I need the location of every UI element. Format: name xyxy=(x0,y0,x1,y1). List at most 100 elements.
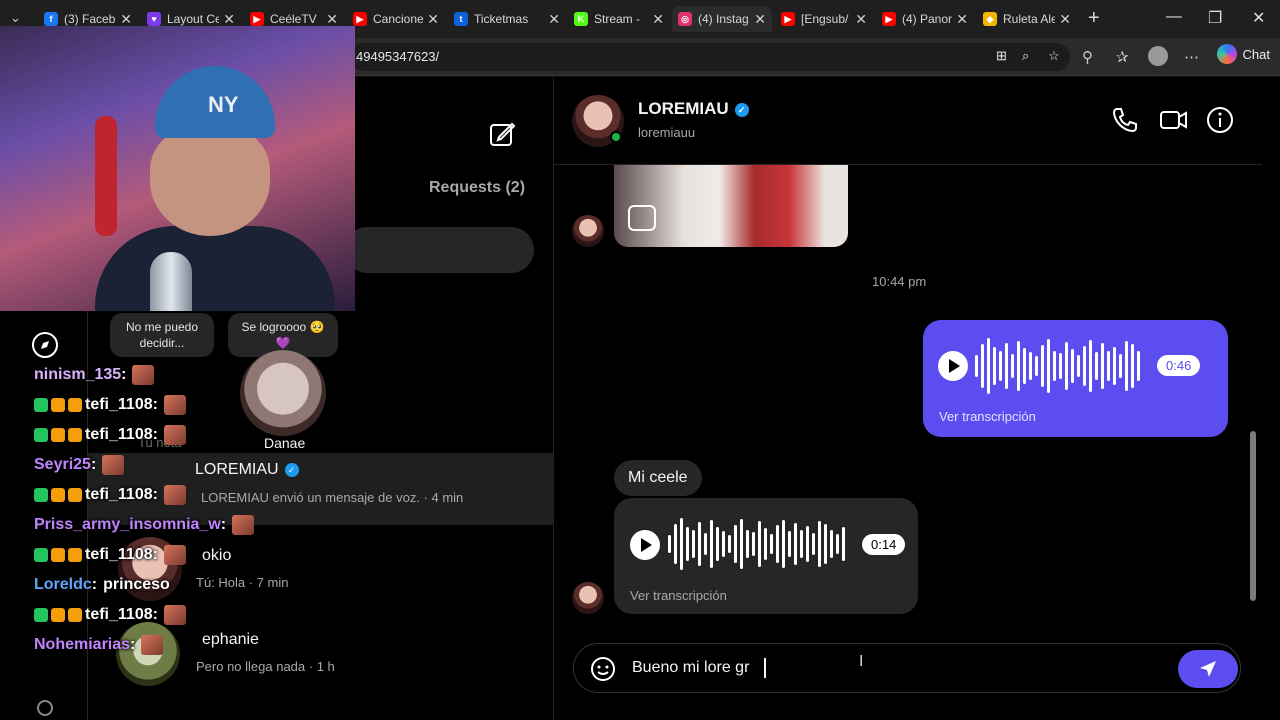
waveform-bar xyxy=(993,347,996,385)
browser-tab-6[interactable]: K Stream - ✕ xyxy=(568,6,670,32)
url-field[interactable]: 49495347623/ ⊞ ⌕ ☆ xyxy=(350,43,1070,71)
conversation-header: LOREMIAU ✓ loremiauu xyxy=(554,77,1262,165)
notes-search-bar[interactable] xyxy=(344,227,534,273)
text-caret xyxy=(764,658,766,678)
waveform-bar xyxy=(1071,349,1074,383)
tab-label: Cancione xyxy=(373,12,424,26)
tab-close-icon[interactable]: ✕ xyxy=(427,11,439,28)
waveform-bar xyxy=(1137,351,1140,381)
stream-chat-line: Priss_army_insomnia_w : xyxy=(34,512,255,538)
chat-message-text: princeso xyxy=(103,576,170,593)
emoji-icon[interactable] xyxy=(590,656,616,682)
tab-close-icon[interactable]: ✕ xyxy=(326,11,338,28)
tab-label: Stream - xyxy=(594,12,641,26)
audio-waveform[interactable] xyxy=(668,516,845,572)
thread-name-ephanie[interactable]: ephanie xyxy=(202,631,259,649)
contact-name[interactable]: LOREMIAU ✓ xyxy=(638,99,749,119)
chat-badge-icon xyxy=(34,608,48,622)
waveform-bar xyxy=(1029,352,1032,380)
reel-icon xyxy=(628,205,656,231)
requests-link[interactable]: Requests (2) xyxy=(429,179,525,197)
waveform-bar xyxy=(794,523,797,565)
waveform-bar xyxy=(686,527,689,561)
tab-close-icon[interactable]: ✕ xyxy=(855,11,867,28)
chat-badge-icon xyxy=(68,488,82,502)
zoom-icon[interactable]: ⌕ xyxy=(1022,48,1029,64)
chat-username: Nohemiarias xyxy=(34,636,131,653)
new-tab-icon[interactable]: + xyxy=(1088,7,1100,30)
phone-call-icon[interactable] xyxy=(1110,105,1140,135)
waveform-bar xyxy=(764,528,767,560)
shared-reel-card[interactable] xyxy=(614,165,848,247)
contact-username[interactable]: loremiauu xyxy=(638,125,695,140)
minimize-icon[interactable]: — xyxy=(1166,8,1182,26)
app-available-icon[interactable]: ⊞ xyxy=(996,48,1007,64)
note-avatar-danae[interactable] xyxy=(240,350,326,436)
tab-close-icon[interactable]: ✕ xyxy=(120,11,132,28)
message-input[interactable]: Bueno mi lore gr xyxy=(632,659,749,677)
tab-label: Ruleta Ale xyxy=(1003,12,1056,26)
video-call-icon[interactable] xyxy=(1158,105,1188,135)
chat-badge-icon xyxy=(68,608,82,622)
verified-badge-icon: ✓ xyxy=(734,102,749,117)
waveform-bar xyxy=(1035,356,1038,376)
tab-favicon-icon: ▶ xyxy=(781,12,795,26)
waveform-bar xyxy=(680,518,683,570)
restore-icon[interactable]: ❐ xyxy=(1208,8,1222,28)
tab-close-icon[interactable]: ✕ xyxy=(548,11,560,28)
browser-tab-5[interactable]: t Ticketmas ✕ xyxy=(448,6,566,32)
browser-tab-7[interactable]: ◎ (4) Instag ✕ xyxy=(672,6,772,32)
explore-icon[interactable] xyxy=(31,331,59,359)
play-button[interactable] xyxy=(938,351,968,381)
profile-avatar[interactable] xyxy=(1148,46,1168,66)
thread-preview-ephanie: Pero no llega nada · 1 h xyxy=(196,659,335,674)
chat-badge-icon xyxy=(34,548,48,562)
tab-close-icon[interactable]: ✕ xyxy=(1059,11,1071,28)
stream-chat-line: tefi_1108 : xyxy=(34,482,186,508)
tab-actions-icon[interactable]: ⌄ xyxy=(10,10,21,26)
play-button[interactable] xyxy=(630,530,660,560)
mouse-ibeam-cursor: I xyxy=(859,653,864,670)
browser-tab-8[interactable]: ▶ [Engsub/ ✕ xyxy=(775,6,873,32)
tab-label: [Engsub/ xyxy=(801,12,849,26)
message-composer[interactable]: Bueno mi lore gr xyxy=(573,643,1241,693)
chat-username: tefi_1108 xyxy=(85,426,153,443)
webcam-overlay: NY xyxy=(0,26,355,311)
waveform-bar xyxy=(842,527,845,561)
sender-avatar xyxy=(572,215,604,247)
chat-emote-icon xyxy=(163,545,186,565)
extensions-icon[interactable]: ⚲ xyxy=(1082,48,1093,66)
tab-close-icon[interactable]: ✕ xyxy=(754,11,766,28)
waveform-bar xyxy=(1047,339,1050,393)
waveform-bar xyxy=(698,522,701,566)
transcript-link[interactable]: Ver transcripción xyxy=(630,588,727,603)
favorite-star-icon[interactable]: ☆ xyxy=(1048,48,1060,64)
tab-favicon-icon: t xyxy=(454,12,468,26)
transcript-link[interactable]: Ver transcripción xyxy=(939,409,1036,424)
browser-tab-4[interactable]: ▶ Cancione ✕ xyxy=(347,6,445,32)
tab-close-icon[interactable]: ✕ xyxy=(223,11,235,28)
audio-waveform[interactable] xyxy=(975,338,1140,394)
more-options-icon[interactable]: ⋯ xyxy=(1184,48,1199,66)
tab-label: Ticketmas xyxy=(474,12,529,26)
chat-emote-icon xyxy=(132,365,155,385)
thread-name-okio[interactable]: okio xyxy=(202,547,231,565)
messages-scroll-thumb[interactable] xyxy=(1250,431,1256,601)
stream-chat-line: Nohemiarias : xyxy=(34,632,164,658)
copilot-chat-button[interactable]: Chat xyxy=(1216,44,1270,64)
close-window-icon[interactable]: ✕ xyxy=(1252,8,1265,28)
cap-logo: NY xyxy=(208,92,239,117)
tab-close-icon[interactable]: ✕ xyxy=(956,11,968,28)
browser-tab-9[interactable]: ▶ (4) Panor ✕ xyxy=(876,6,974,32)
conversation-info-icon[interactable] xyxy=(1205,105,1235,135)
new-message-icon[interactable] xyxy=(488,120,516,148)
tab-favicon-icon: f xyxy=(44,12,58,26)
send-button[interactable] xyxy=(1178,650,1238,688)
thread-preview: LOREMIAU envió un mensaje de voz. · 4 mi… xyxy=(201,490,464,505)
browser-tab-10[interactable]: ◆ Ruleta Ale ✕ xyxy=(977,6,1077,32)
waveform-bar xyxy=(728,535,731,553)
chat-emote-icon xyxy=(163,395,186,415)
tab-close-icon[interactable]: ✕ xyxy=(652,11,664,28)
favorites-icon[interactable]: ✰ xyxy=(1116,48,1129,66)
settings-icon[interactable] xyxy=(34,697,56,719)
